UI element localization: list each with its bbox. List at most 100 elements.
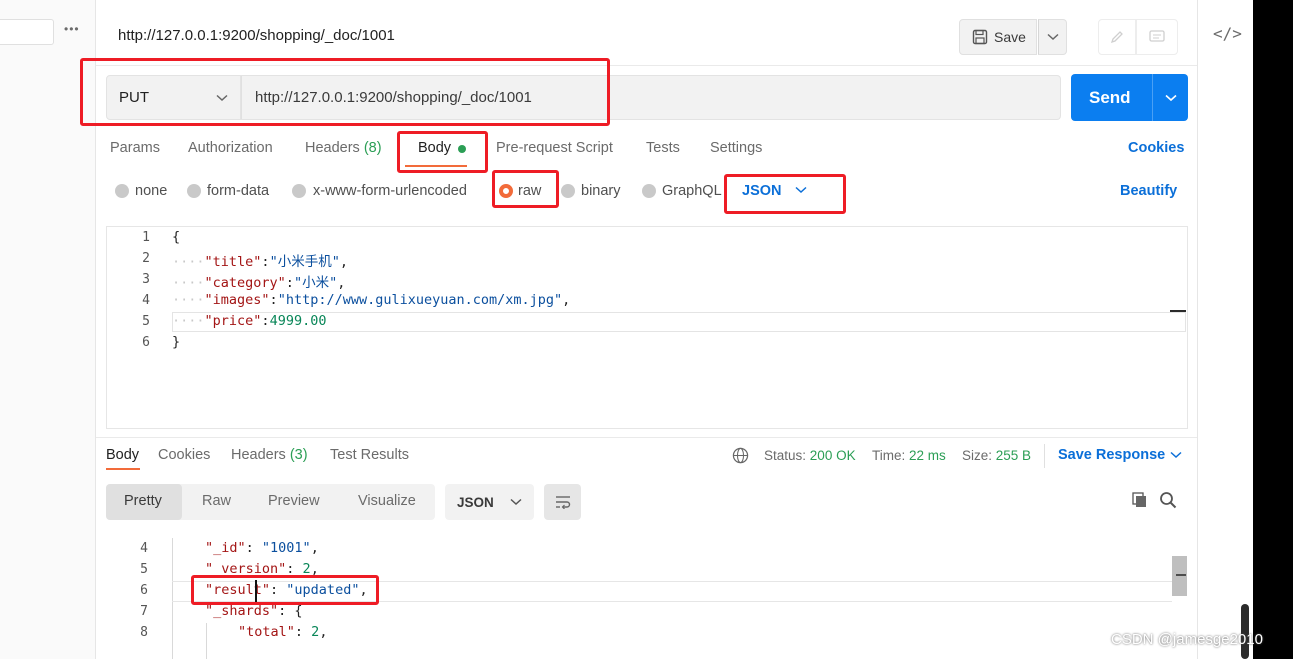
edit-pencil-icon[interactable] bbox=[1098, 19, 1136, 55]
response-divider bbox=[96, 437, 1197, 438]
json-key: "_shards" bbox=[205, 603, 279, 619]
line-number: 5 bbox=[140, 562, 148, 577]
beautify-button[interactable]: Beautify bbox=[1120, 183, 1177, 199]
radio-none[interactable] bbox=[115, 184, 129, 198]
line-number: 8 bbox=[140, 625, 148, 640]
status-label: Status: bbox=[764, 448, 807, 463]
tab-headers[interactable]: Headers (8) bbox=[305, 140, 382, 156]
tab-prerequest-script[interactable]: Pre-request Script bbox=[496, 140, 613, 156]
radio-form-data[interactable] bbox=[187, 184, 201, 198]
json-key: "images" bbox=[204, 292, 270, 308]
response-tab-headers[interactable]: Headers (3) bbox=[231, 447, 308, 463]
size-value: 255 B bbox=[995, 448, 1032, 463]
radio-form-data-label[interactable]: form-data bbox=[207, 183, 269, 199]
annotation-url-bar bbox=[80, 58, 610, 126]
time-label: Time: bbox=[872, 448, 906, 463]
response-format-label: JSON bbox=[457, 494, 494, 510]
whitespace: ···· bbox=[172, 292, 205, 308]
headers-count: (8) bbox=[363, 140, 382, 156]
indent-guide bbox=[206, 623, 207, 659]
view-pretty[interactable]: Pretty bbox=[124, 493, 162, 509]
line-number: 3 bbox=[142, 272, 150, 287]
send-label: Send bbox=[1089, 88, 1131, 107]
active-response-tab-indicator bbox=[106, 468, 140, 470]
view-raw[interactable]: Raw bbox=[202, 493, 231, 509]
code-line: ····"title":"小米手机", bbox=[172, 250, 348, 270]
line-number: 4 bbox=[140, 541, 148, 556]
radio-binary[interactable] bbox=[561, 184, 575, 198]
json-value: 4999.00 bbox=[269, 313, 327, 329]
save-label: Save bbox=[994, 29, 1026, 45]
more-options-icon[interactable]: ••• bbox=[64, 22, 80, 36]
tab-authorization[interactable]: Authorization bbox=[188, 140, 273, 156]
tab-params[interactable]: Params bbox=[110, 140, 160, 156]
whitespace: ···· bbox=[172, 254, 205, 270]
json-key: "total" bbox=[238, 624, 295, 640]
send-options-chevron-icon[interactable] bbox=[1152, 74, 1188, 121]
response-tab-body[interactable]: Body bbox=[106, 447, 139, 463]
tab-headers-label: Headers bbox=[305, 140, 360, 156]
radio-graphql-label[interactable]: GraphQL bbox=[662, 183, 722, 199]
response-tab-test-results[interactable]: Test Results bbox=[330, 447, 409, 463]
search-icon[interactable] bbox=[1159, 491, 1177, 509]
radio-urlencoded[interactable] bbox=[292, 184, 306, 198]
editor-scroll-marker bbox=[1170, 310, 1186, 312]
annotation-body-tab bbox=[397, 131, 488, 173]
response-format-select[interactable]: JSON bbox=[445, 484, 534, 520]
time-value: 22 ms bbox=[909, 448, 946, 463]
annotation-raw bbox=[492, 170, 559, 208]
size-indicator[interactable]: Size: 255 B bbox=[962, 448, 1031, 463]
save-options-chevron-icon[interactable] bbox=[1038, 19, 1067, 55]
view-preview[interactable]: Preview bbox=[268, 493, 320, 509]
annotation-result bbox=[191, 575, 379, 605]
json-brace: { bbox=[294, 603, 303, 619]
code-line: } bbox=[172, 334, 181, 350]
cookies-link[interactable]: Cookies bbox=[1128, 140, 1184, 156]
radio-binary-label[interactable]: binary bbox=[581, 183, 621, 199]
tab-tests[interactable]: Tests bbox=[646, 140, 680, 156]
chevron-down-icon bbox=[510, 498, 522, 506]
chevron-down-icon[interactable] bbox=[1170, 448, 1182, 462]
size-label: Size: bbox=[962, 448, 993, 463]
divider bbox=[1044, 444, 1045, 468]
globe-icon[interactable] bbox=[732, 447, 749, 464]
code-line: "_shards": { bbox=[205, 603, 303, 619]
view-visualize[interactable]: Visualize bbox=[358, 493, 416, 509]
json-value: "1001" bbox=[261, 540, 311, 556]
status-value: 200 OK bbox=[809, 448, 856, 463]
json-value: "http://www.gulixueyuan.com/xm.jpg" bbox=[277, 292, 563, 308]
json-key: "_id" bbox=[205, 540, 246, 556]
line-number: 6 bbox=[142, 335, 150, 350]
response-tab-cookies[interactable]: Cookies bbox=[158, 447, 210, 463]
json-end: , bbox=[562, 292, 571, 308]
code-snippet-icon[interactable]: </> bbox=[1213, 24, 1242, 43]
json-value: "小米手机" bbox=[269, 254, 340, 270]
sidebar-search-input[interactable] bbox=[0, 19, 54, 45]
tab-settings[interactable]: Settings bbox=[710, 140, 762, 156]
json-sep: : bbox=[285, 275, 294, 291]
comment-icon[interactable] bbox=[1136, 19, 1178, 55]
copy-icon[interactable] bbox=[1131, 491, 1149, 509]
radio-none-label[interactable]: none bbox=[135, 183, 167, 199]
save-icon bbox=[972, 29, 988, 45]
wrap-lines-icon[interactable] bbox=[544, 484, 581, 520]
radio-graphql[interactable] bbox=[642, 184, 656, 198]
save-response-button[interactable]: Save Response bbox=[1058, 447, 1165, 463]
response-scrollbar[interactable] bbox=[1172, 556, 1187, 596]
whitespace: ···· bbox=[172, 275, 205, 291]
code-line: ····"category":"小米", bbox=[172, 271, 345, 291]
json-end: , bbox=[339, 254, 348, 270]
json-key: "category" bbox=[204, 275, 286, 291]
code-line: ····"images":"http://www.gulixueyuan.com… bbox=[172, 292, 570, 308]
whitespace: ···· bbox=[172, 313, 205, 329]
time-indicator[interactable]: Time: 22 ms bbox=[872, 448, 946, 463]
request-title[interactable]: http://127.0.0.1:9200/shopping/_doc/1001 bbox=[118, 27, 395, 44]
line-number: 1 bbox=[142, 230, 150, 245]
annotation-json bbox=[724, 174, 846, 214]
json-sep: : bbox=[269, 292, 278, 308]
code-line: "total": 2, bbox=[238, 624, 328, 640]
save-button[interactable]: Save bbox=[959, 19, 1037, 55]
radio-urlencoded-label[interactable]: x-www-form-urlencoded bbox=[313, 183, 467, 199]
status-indicator[interactable]: Status: 200 OK bbox=[764, 448, 856, 463]
code-line: { bbox=[172, 229, 181, 245]
